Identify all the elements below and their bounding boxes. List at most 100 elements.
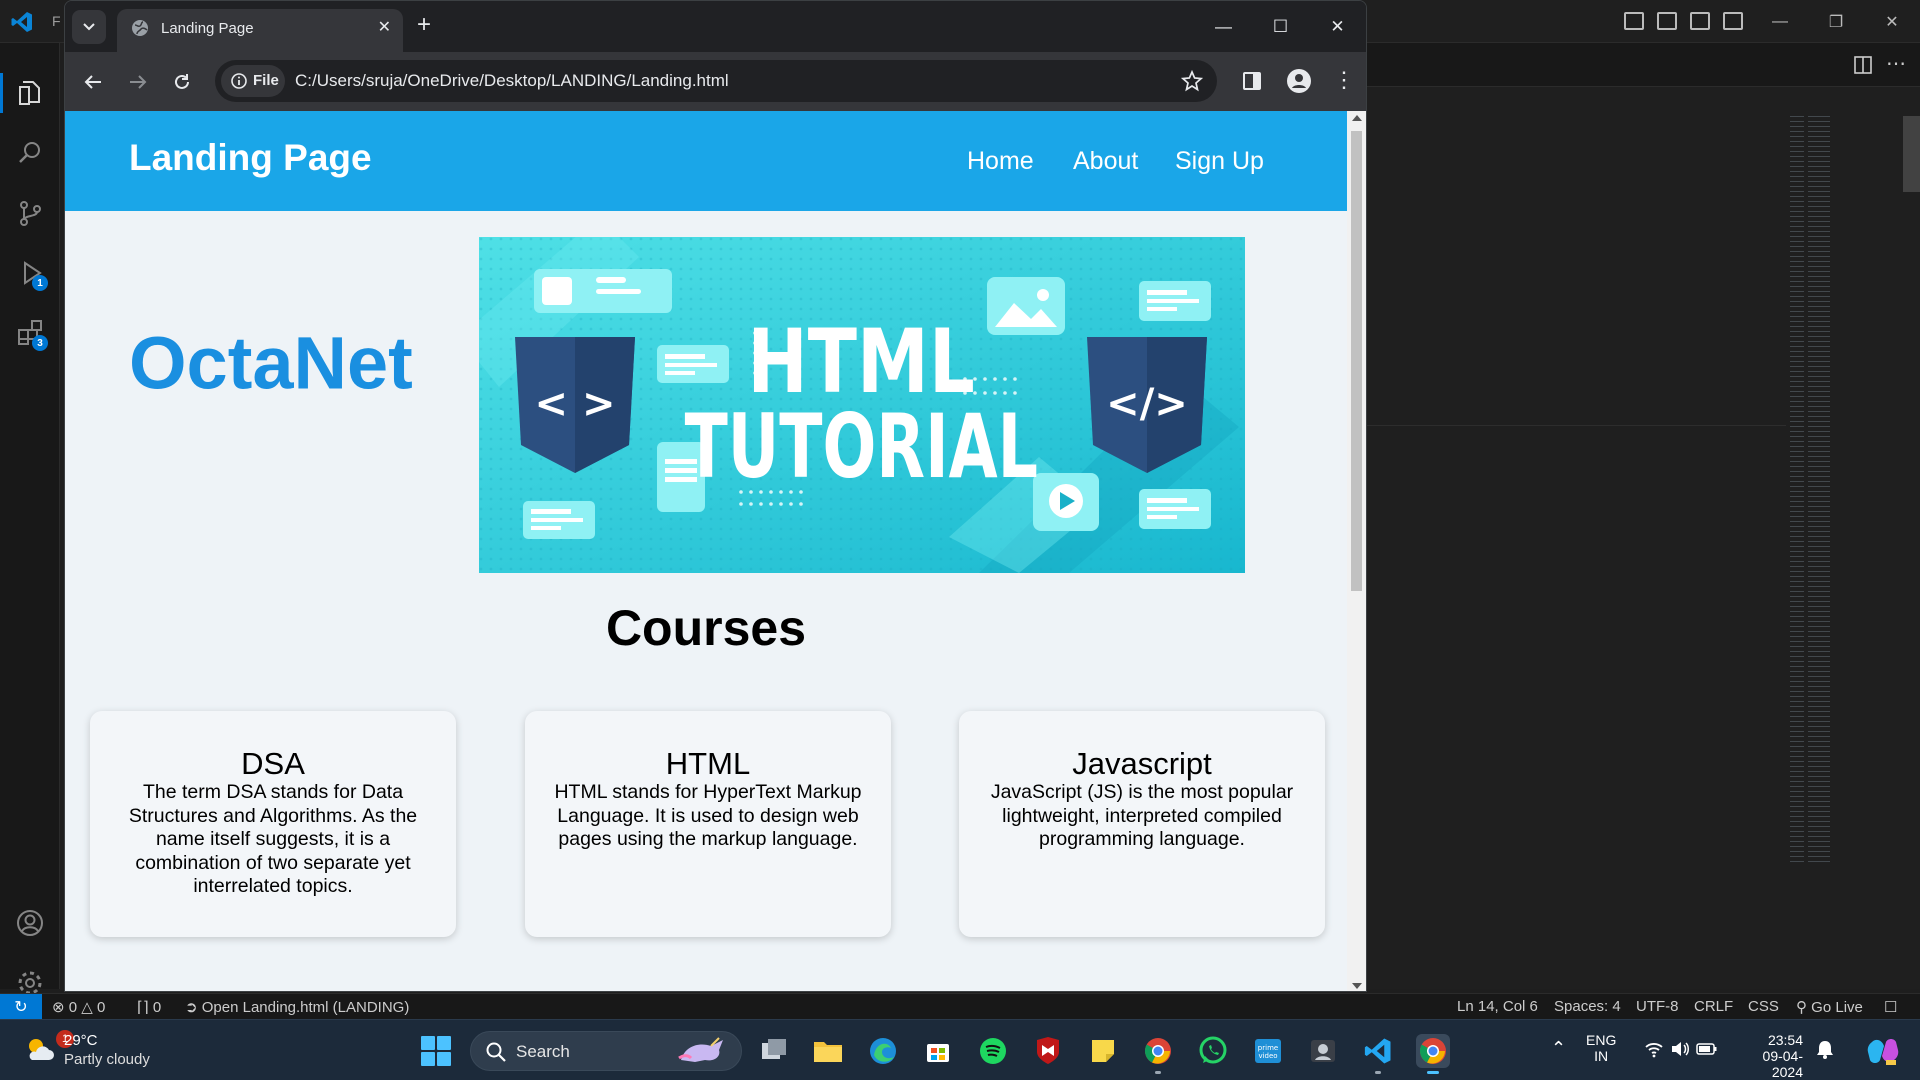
page-scrollbar[interactable] [1347, 111, 1366, 991]
globe-icon [132, 20, 148, 36]
forward-arrow-icon[interactable] [123, 67, 153, 97]
tab-close-icon[interactable]: ✕ [378, 17, 391, 37]
language-indicator[interactable]: ENG IN [1586, 1032, 1616, 1064]
copilot-icon[interactable] [1866, 1036, 1900, 1066]
scrollbar-thumb[interactable] [1351, 131, 1362, 591]
ports-indicator[interactable]: ⌈⌉ 0 [137, 998, 161, 1016]
cursor-position[interactable]: Ln 14, Col 6 [1457, 998, 1538, 1015]
svg-text:< >: < > [535, 381, 616, 427]
customize-layout-icon[interactable] [1723, 12, 1743, 30]
browser-tab-landing-page[interactable]: Landing Page ✕ [117, 9, 403, 52]
whatsapp-icon[interactable] [1196, 1034, 1230, 1068]
end-of-line[interactable]: CRLF [1694, 998, 1733, 1015]
clock[interactable]: 23:54 09-04-2024 [1735, 1032, 1803, 1080]
nav-link-sign-up[interactable]: Sign Up [1175, 147, 1264, 176]
url-text[interactable]: C:/Users/sruja/OneDrive/Desktop/LANDING/… [295, 71, 729, 91]
activity-bar: 1 3 [0, 43, 60, 995]
menu-file[interactable]: F [52, 13, 61, 29]
explorer-icon[interactable] [0, 73, 50, 113]
course-title: DSA [241, 746, 305, 781]
chrome-icon[interactable] [1141, 1034, 1175, 1074]
chrome-minimize-icon[interactable]: — [1195, 1, 1252, 52]
reload-icon[interactable] [167, 67, 197, 97]
open-file-icon: ➲ [185, 999, 198, 1016]
ports-count: 0 [152, 999, 162, 1016]
open-file-indicator[interactable]: ➲ Open Landing.html (LANDING) [185, 998, 409, 1016]
banner-text-tutorial: TUTORIAL [685, 397, 1038, 499]
notifications-bell-icon[interactable]: ☐ [1884, 998, 1897, 1016]
indentation[interactable]: Spaces: 4 [1554, 998, 1621, 1015]
toggle-secondary-sidebar-icon[interactable] [1690, 12, 1710, 30]
problems-indicator[interactable]: ⊗ 0 △ 0 [52, 998, 105, 1016]
address-bar[interactable]: File C:/Users/sruja/OneDrive/Desktop/LAN… [215, 60, 1217, 102]
tab-search-chevron-down-icon[interactable] [72, 10, 106, 44]
chrome-maximize-icon[interactable]: ☐ [1252, 1, 1309, 52]
split-editor-icon[interactable] [1854, 56, 1872, 74]
chrome-close-icon[interactable]: ✕ [1309, 1, 1366, 52]
prime-video-icon[interactable]: prime video [1251, 1034, 1285, 1068]
restore-icon[interactable]: ❐ [1808, 0, 1864, 43]
nav-link-about[interactable]: About [1073, 147, 1138, 176]
minimap[interactable] [1790, 114, 1870, 864]
sticky-notes-icon[interactable] [1086, 1034, 1120, 1068]
search-icon[interactable] [10, 133, 50, 173]
course-description: JavaScript (JS) is the most popular ligh… [990, 781, 1294, 850]
encoding[interactable]: UTF-8 [1636, 998, 1679, 1015]
back-arrow-icon[interactable] [78, 67, 108, 97]
bookmark-star-icon[interactable] [1181, 70, 1203, 92]
extensions-icon[interactable]: 3 [10, 313, 50, 353]
accounts-icon[interactable] [10, 903, 50, 943]
side-panel-icon[interactable] [1242, 71, 1262, 91]
svg-text:</>: </> [1106, 381, 1188, 427]
edge-browser-icon[interactable] [866, 1034, 900, 1068]
language-mode[interactable]: CSS [1748, 998, 1779, 1015]
battery-icon[interactable] [1696, 1041, 1718, 1057]
course-card-dsa: DSA The term DSA stands for Data Structu… [90, 711, 456, 937]
editor-scrollbar[interactable] [1903, 116, 1920, 192]
notification-bell-icon[interactable] [1816, 1039, 1834, 1059]
warning-icon: △ [81, 999, 93, 1016]
toggle-panel-icon[interactable] [1657, 12, 1677, 30]
error-count: 0 [68, 999, 78, 1016]
broadcast-icon: ⚲ [1796, 999, 1807, 1016]
nav-link-home[interactable]: Home [967, 147, 1034, 176]
search-icon [486, 1042, 506, 1062]
source-control-icon[interactable] [10, 193, 50, 233]
chrome-active-icon[interactable] [1416, 1034, 1450, 1074]
close-icon[interactable]: ✕ [1864, 0, 1920, 43]
site-brand[interactable]: Landing Page [129, 137, 372, 179]
scroll-down-arrow-icon[interactable] [1352, 983, 1362, 989]
taskbar-search[interactable]: Search [470, 1031, 742, 1071]
warning-count: 0 [96, 999, 106, 1016]
microsoft-store-icon[interactable] [921, 1034, 955, 1068]
wifi-icon[interactable] [1644, 1040, 1664, 1058]
course-card-javascript: Javascript JavaScript (JS) is the most p… [959, 711, 1325, 937]
show-hidden-icons-chevron-up-icon[interactable]: ⌃ [1551, 1038, 1566, 1059]
remote-indicator-icon[interactable]: ↻ [0, 994, 42, 1020]
chrome-tab-strip: Landing Page ✕ + — ☐ ✕ [65, 1, 1366, 52]
status-bar: ↻ ⊗ 0 △ 0 ⌈⌉ 0 ➲ Open Landing.html (LAND… [0, 993, 1920, 1020]
start-windows-icon[interactable] [421, 1036, 451, 1066]
minimize-icon[interactable]: — [1752, 0, 1808, 43]
weather-widget[interactable]: 1 29°C Partly cloudy [20, 1030, 200, 1072]
task-view-icon[interactable] [757, 1034, 791, 1068]
volume-icon[interactable] [1670, 1040, 1690, 1058]
vscode-taskbar-icon[interactable] [1361, 1034, 1395, 1074]
chrome-menu-kebab-icon[interactable]: ⋮ [1333, 65, 1355, 95]
game-app-icon[interactable] [1306, 1034, 1340, 1068]
go-live-button[interactable]: ⚲ Go Live [1796, 998, 1863, 1016]
spotify-icon[interactable] [976, 1034, 1010, 1068]
toggle-primary-sidebar-icon[interactable] [1624, 12, 1644, 30]
extensions-badge: 3 [32, 335, 48, 351]
scroll-up-arrow-icon[interactable] [1352, 115, 1362, 121]
file-explorer-icon[interactable] [811, 1034, 845, 1068]
profile-avatar-icon[interactable] [1286, 68, 1312, 94]
site-info-chip[interactable]: File [221, 65, 285, 97]
open-file-label: Open Landing.html (LANDING) [201, 999, 410, 1016]
mcafee-icon[interactable] [1031, 1034, 1065, 1068]
chrome-toolbar: File C:/Users/sruja/OneDrive/Desktop/LAN… [65, 52, 1366, 111]
new-tab-plus-icon[interactable]: + [417, 13, 431, 37]
more-actions-icon[interactable]: ⋯ [1886, 51, 1906, 76]
page-viewport: Landing Page Home About Sign Up OctaNet [65, 111, 1366, 991]
run-debug-icon[interactable]: 1 [10, 253, 50, 293]
